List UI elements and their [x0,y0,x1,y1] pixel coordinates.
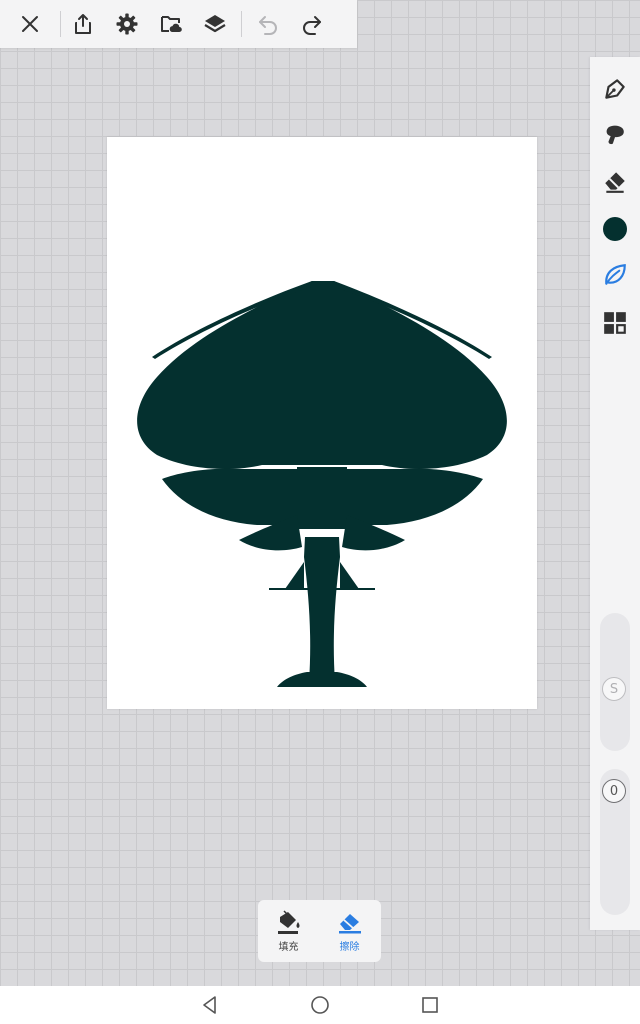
fill-label: 填充 [278,942,299,953]
eraser-icon [338,914,361,934]
leaf-brush-icon [605,264,626,285]
opacity-slider[interactable]: 0 [600,769,630,915]
smudge-icon [606,125,624,145]
layers-icon [204,15,226,33]
grid-icon [604,312,626,334]
share-button[interactable] [61,0,105,48]
back-icon [203,996,216,1014]
eraser-tool-button[interactable] [590,161,640,201]
size-slider-knob[interactable]: S [602,677,626,701]
toolbar-divider [241,11,242,37]
share-icon [75,14,91,34]
back-button[interactable] [180,986,240,1024]
pen-icon [605,79,625,99]
fill-button[interactable]: 填充 [258,900,319,962]
eraser-icon [605,172,625,193]
grid-tool-button[interactable] [590,303,640,343]
cloud-save-button[interactable] [149,0,193,48]
smudge-tool-button[interactable] [590,115,640,155]
settings-button[interactable] [105,0,149,48]
paint-bucket-icon [277,910,299,934]
redo-icon [303,16,321,35]
erase-button[interactable]: 擦除 [319,900,380,962]
redo-button[interactable] [290,0,334,48]
undo-icon [259,16,277,35]
pen-tool-button[interactable] [590,69,640,109]
mirrored-tree-drawing [137,281,507,687]
recents-button[interactable] [400,986,460,1024]
recents-icon [422,997,438,1013]
layers-button[interactable] [193,0,237,48]
drawing-canvas[interactable] [107,137,537,709]
opacity-slider-knob[interactable]: 0 [602,779,626,803]
color-swatch [603,217,627,241]
fill-erase-panel: 填充 擦除 [258,900,381,962]
color-picker-button[interactable] [590,209,640,249]
erase-label: 擦除 [339,942,360,953]
home-icon [311,996,329,1014]
system-nav-bar [0,986,640,1024]
settings-icon [116,13,138,35]
close-button[interactable] [0,0,60,48]
right-toolbar: S 0 [590,57,640,930]
cloud-save-icon [161,16,182,32]
undo-button[interactable] [246,0,290,48]
leaf-brush-button[interactable] [590,255,640,295]
home-button[interactable] [290,986,350,1024]
close-icon [22,16,38,32]
size-slider[interactable]: S [600,613,630,751]
tree-silhouette [137,281,507,687]
top-toolbar [0,0,357,48]
